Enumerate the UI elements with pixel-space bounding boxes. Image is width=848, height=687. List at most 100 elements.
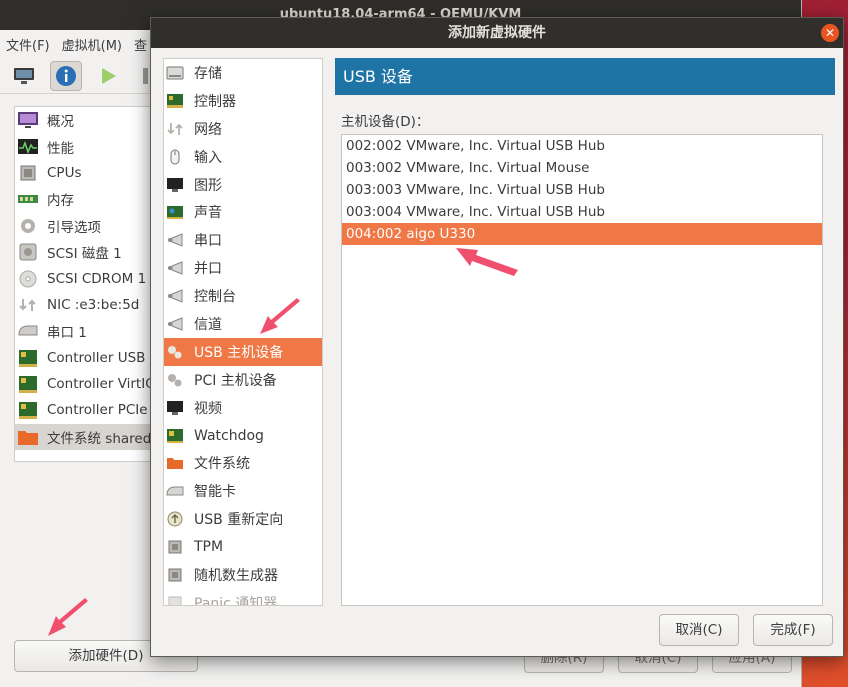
host-device-item-selected[interactable]: 004:002 aigo U330 (342, 223, 822, 245)
category-usb-redirect[interactable]: USB 重新定向 (164, 505, 322, 533)
host-device-item[interactable]: 003:002 VMware, Inc. Virtual Mouse (342, 157, 822, 179)
hardware-item-label: SCSI 磁盘 1 (47, 246, 122, 263)
hardware-item-controller-usb[interactable]: Controller USB 0 (15, 345, 163, 371)
category-sound[interactable]: 声音 (164, 198, 322, 226)
controller-card-icon (19, 349, 37, 367)
hardware-item-memory[interactable]: 内存 (15, 186, 163, 212)
cpu-icon (20, 165, 36, 181)
monitor-icon (14, 67, 34, 84)
hardware-item-boot-options[interactable]: 引导选项 (15, 213, 163, 239)
channel-port-icon (168, 317, 183, 331)
folder-icon (18, 430, 38, 445)
panel-title: USB 设备 (335, 58, 835, 95)
category-network[interactable]: 网络 (164, 115, 322, 143)
category-tpm[interactable]: TPM (164, 533, 322, 561)
annotation-arrow-add-hardware (46, 598, 92, 640)
controller-card-icon (19, 376, 37, 394)
hardware-item-label: 文件系统 shared (47, 430, 152, 447)
close-icon: ✕ (824, 26, 836, 40)
category-label: USB 主机设备 (194, 344, 284, 361)
console-button[interactable] (8, 61, 40, 91)
run-button[interactable] (92, 61, 124, 91)
watchdog-icon (167, 428, 183, 443)
category-pci-host-device[interactable]: PCI 主机设备 (164, 366, 322, 394)
controller-card-icon (167, 93, 183, 108)
menu-vm[interactable]: 虚拟机(M) (62, 35, 122, 54)
category-label: 视频 (194, 400, 222, 417)
sound-card-icon (167, 206, 183, 220)
close-button[interactable]: ✕ (821, 24, 839, 42)
video-icon (167, 400, 183, 415)
menu-view[interactable]: 查 (134, 35, 147, 54)
network-icon (19, 298, 36, 311)
console-port-icon (168, 289, 183, 303)
boot-gear-icon (21, 218, 35, 233)
category-filesystem[interactable]: 文件系统 (164, 449, 322, 477)
category-panic-notifier[interactable]: Panic 通知器 (164, 589, 322, 605)
category-label: PCI 主机设备 (194, 372, 277, 389)
hardware-item-filesystem[interactable]: 文件系统 shared (15, 423, 163, 451)
folder-icon (167, 458, 183, 470)
hardware-item-label: Controller PCIe 0 (47, 402, 161, 419)
hardware-item-performance[interactable]: 性能 (15, 133, 163, 159)
hardware-item-label: 概况 (47, 114, 74, 131)
category-input[interactable]: 输入 (164, 143, 322, 171)
category-storage[interactable]: 存储 (164, 59, 322, 87)
hardware-item-controller-pcie[interactable]: Controller PCIe 0 (15, 397, 163, 423)
category-graphics[interactable]: 图形 (164, 171, 322, 199)
host-device-label: 主机设备(D)： (341, 114, 430, 130)
hardware-item-nic[interactable]: NIC :e3:be:5d (15, 292, 163, 318)
category-rng[interactable]: 随机数生成器 (164, 561, 322, 589)
hardware-item-label: NIC :e3:be:5d (47, 296, 140, 313)
category-label: 声音 (194, 205, 222, 222)
category-controller[interactable]: 控制器 (164, 87, 322, 115)
hardware-item-serial[interactable]: 串口 1 (15, 318, 163, 344)
finish-button[interactable]: 完成(F) (753, 614, 833, 646)
category-watchdog[interactable]: Watchdog (164, 422, 322, 450)
hardware-item-scsi-disk[interactable]: SCSI 磁盘 1 (15, 239, 163, 265)
category-label: 文件系统 (194, 456, 250, 473)
host-device-item[interactable]: 002:002 VMware, Inc. Virtual USB Hub (342, 135, 822, 157)
hardware-item-label: SCSI CDROM 1 (47, 270, 147, 287)
annotation-arrow-device (454, 244, 520, 278)
hardware-item-label: Controller VirtIO (47, 376, 156, 393)
hardware-item-controller-virtio[interactable]: Controller VirtIO (15, 371, 163, 397)
menu-file[interactable]: 文件(F) (6, 35, 50, 54)
play-icon (102, 67, 116, 84)
category-label: TPM (194, 539, 224, 556)
category-label: 串口 (194, 233, 222, 250)
host-device-item[interactable]: 003:003 VMware, Inc. Virtual USB Hub (342, 179, 822, 201)
hardware-item-label: 内存 (47, 193, 74, 210)
add-hardware-dialog: 添加新虚拟硬件 ✕ 存储 控制器 网络 输入 图形 声音 串口 并口 控制台 信… (150, 17, 844, 657)
hardware-list[interactable]: 概况 性能 CPUs 内存 引导选项 SCSI 磁盘 1 SCSI CDROM … (14, 106, 164, 462)
category-label: 图形 (194, 177, 222, 194)
pci-gear-icon (168, 373, 182, 387)
cdrom-icon (19, 270, 37, 288)
host-device-item[interactable]: 003:004 VMware, Inc. Virtual USB Hub (342, 201, 822, 223)
host-device-list[interactable]: 002:002 VMware, Inc. Virtual USB Hub 003… (341, 134, 823, 606)
hardware-item-overview[interactable]: 概况 (15, 107, 163, 133)
dialog-cancel-button[interactable]: 取消(C) (659, 614, 739, 646)
performance-icon (18, 138, 38, 154)
category-label: 输入 (194, 149, 222, 166)
category-video[interactable]: 视频 (164, 394, 322, 422)
smartcard-icon (166, 486, 184, 496)
panic-icon (168, 596, 182, 605)
category-label: 随机数生成器 (194, 567, 278, 584)
category-label: 信道 (194, 316, 222, 333)
category-serial[interactable]: 串口 (164, 226, 322, 254)
annotation-arrow-category (258, 298, 304, 338)
usb-redirect-icon (167, 511, 183, 527)
hardware-item-scsi-cdrom[interactable]: SCSI CDROM 1 (15, 265, 163, 291)
serial-icon (18, 325, 38, 336)
category-label: Watchdog (194, 427, 264, 444)
hardware-item-cpus[interactable]: CPUs (15, 160, 163, 186)
category-parallel[interactable]: 并口 (164, 254, 322, 282)
hardware-item-label: 串口 1 (47, 325, 87, 342)
mouse-icon (170, 149, 180, 165)
category-usb-host-device[interactable]: USB 主机设备 (164, 337, 322, 366)
details-button[interactable] (50, 60, 82, 91)
category-smartcard[interactable]: 智能卡 (164, 477, 322, 505)
network-icon (167, 122, 183, 135)
hardware-item-label: CPUs (47, 164, 82, 181)
